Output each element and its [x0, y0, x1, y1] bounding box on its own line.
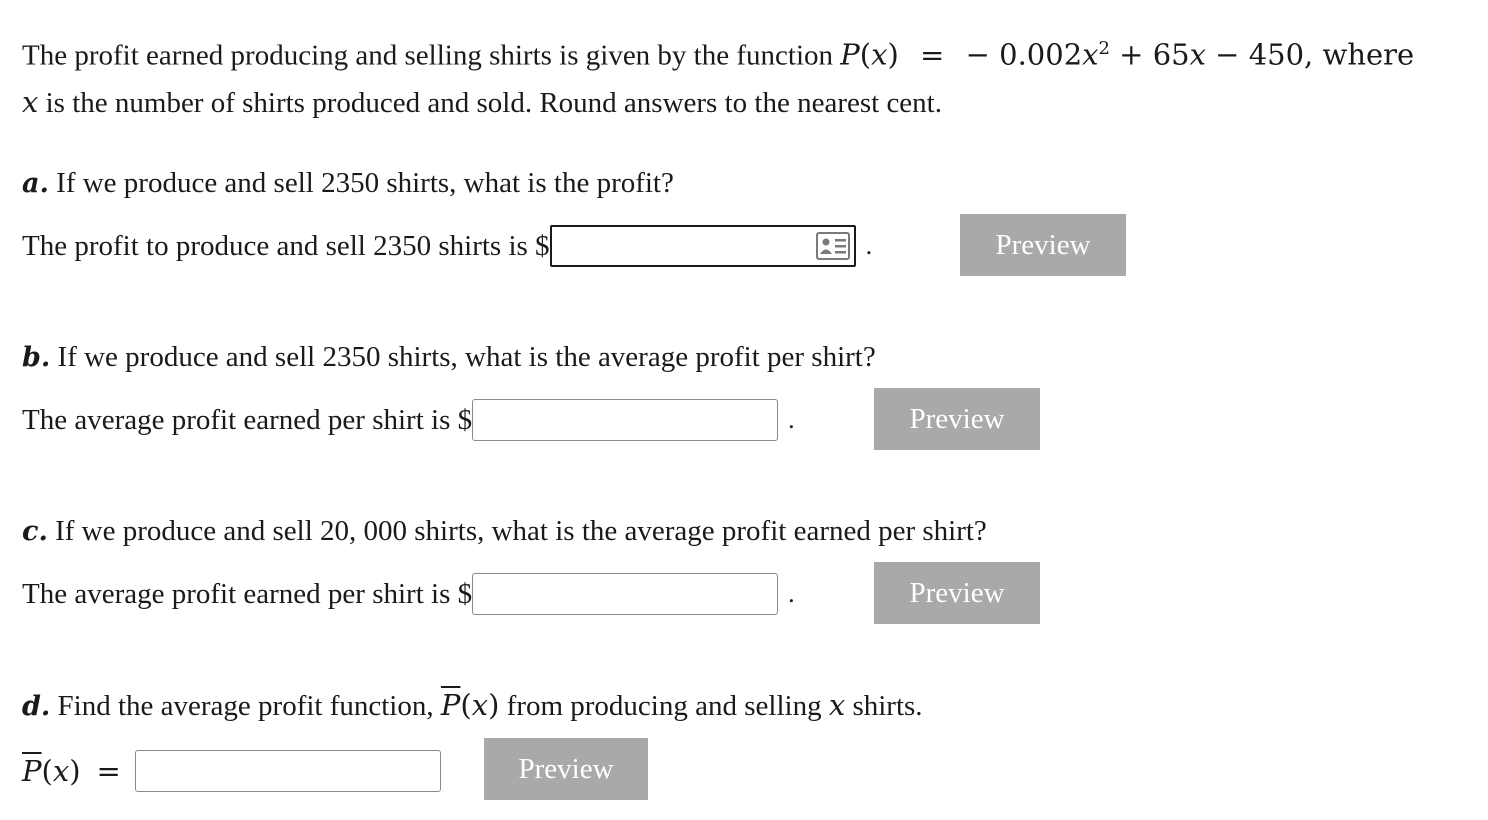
part-a-answer-input[interactable]: [549, 225, 856, 267]
problem-statement-line-2: x is the number of shirts produced and s…: [22, 79, 1472, 126]
equals-sign: =: [920, 37, 945, 72]
problem-statement: The profit earned producing and selling …: [22, 26, 1472, 126]
part-c-preview-button[interactable]: Preview: [874, 562, 1040, 624]
part-d-answer-function-name: P: [22, 754, 42, 788]
part-c-question-text: If we produce and sell 20, 000 shirts, w…: [55, 515, 987, 547]
part-b-question-text: If we produce and sell 2350 shirts, what…: [57, 341, 876, 373]
function-name: P: [840, 37, 860, 72]
part-b-answer-label: The average profit earned per shirt is $: [22, 404, 473, 436]
part-b-answer-row: The average profit earned per shirt is $…: [22, 397, 825, 443]
function-variable: x: [871, 37, 888, 72]
part-c-letter: c.: [22, 516, 48, 547]
part-b-question: b. If we produce and sell 2350 shirts, w…: [22, 337, 876, 377]
expression-term-1: − 0.002: [965, 37, 1083, 72]
part-d-question-text-end: shirts.: [845, 690, 923, 722]
part-c-question: c. If we produce and sell 20, 000 shirts…: [22, 511, 987, 551]
part-d-question-variable: x: [828, 688, 846, 722]
part-a-answer-row: The profit to produce and sell 2350 shir…: [22, 223, 902, 269]
part-b-period: .: [788, 405, 795, 434]
part-d-answer-input[interactable]: [134, 750, 441, 792]
intro-text-2: is the number of shirts produced and sol…: [38, 86, 942, 119]
part-c-answer-input[interactable]: [472, 573, 779, 615]
part-a-letter: a.: [22, 168, 49, 199]
part-a-question-text: If we produce and sell 2350 shirts, what…: [56, 167, 674, 199]
intro-variable: x: [22, 84, 39, 119]
part-d-function-variable: x: [471, 688, 489, 722]
expression-exponent: 2: [1098, 38, 1110, 59]
expression-term-2: + 65: [1109, 37, 1190, 72]
expression-variable-2: x: [1189, 37, 1206, 72]
part-c-answer-row: The average profit earned per shirt is $…: [22, 571, 825, 617]
part-a-preview-button[interactable]: Preview: [960, 214, 1126, 276]
part-b-answer-input[interactable]: [472, 399, 779, 441]
id-card-icon[interactable]: [815, 232, 850, 260]
part-a-period: .: [865, 231, 873, 260]
part-b-preview-button[interactable]: Preview: [874, 388, 1040, 450]
intro-text: The profit earned producing and selling …: [22, 39, 841, 72]
part-b-letter: b.: [22, 342, 51, 373]
part-d-question-text-mid: from producing and selling: [499, 690, 829, 722]
part-d-answer-row: P(x) =: [22, 748, 441, 794]
part-d-function-name: P: [440, 688, 461, 722]
part-d-preview-button[interactable]: Preview: [484, 738, 648, 800]
part-c-answer-label: The average profit earned per shirt is $: [22, 578, 473, 610]
expression-term-3: − 450, where: [1205, 37, 1415, 72]
part-a-question: a. If we produce and sell 2350 shirts, w…: [22, 163, 674, 203]
part-d-letter: d.: [22, 691, 51, 722]
part-d-equals-sign: =: [96, 754, 121, 788]
problem-statement-line-1: The profit earned producing and selling …: [22, 37, 1415, 72]
part-d-answer-function-variable: x: [52, 754, 70, 788]
part-a-answer-label: The profit to produce and sell 2350 shir…: [22, 230, 550, 262]
part-d-question-text-start: Find the average profit function,: [57, 690, 441, 722]
expression-variable-1: x: [1082, 37, 1099, 72]
part-d-question: d. Find the average profit function, P(x…: [22, 688, 923, 722]
part-c-period: .: [788, 579, 795, 608]
